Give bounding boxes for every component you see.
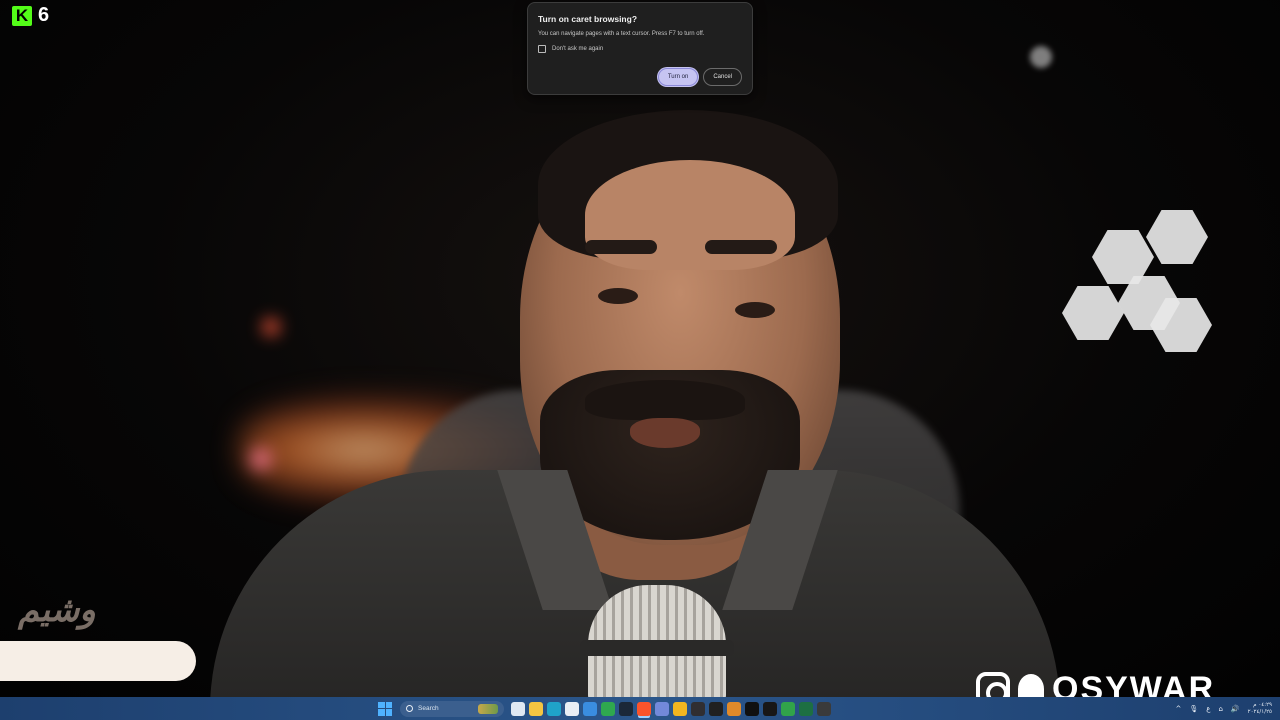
right-eyebrow [705, 240, 777, 254]
caret-browsing-dialog: Turn on caret browsing? You can navigate… [527, 2, 753, 95]
background-lamp [1030, 46, 1052, 68]
edge-icon[interactable] [547, 701, 561, 716]
discord-icon[interactable] [655, 701, 669, 716]
search-icon [406, 705, 413, 712]
search-highlight-icon [478, 703, 498, 714]
dialog-title: Turn on caret browsing? [538, 14, 638, 24]
dialog-body: You can navigate pages with a text curso… [538, 31, 705, 37]
left-eyebrow [585, 240, 657, 254]
task-view-icon[interactable] [511, 701, 525, 716]
lower-third-bar [0, 641, 196, 681]
microphone-band [580, 640, 734, 656]
store-icon[interactable] [565, 701, 579, 716]
kick-number: 6 [38, 4, 50, 26]
background-pink-light [250, 448, 272, 470]
dont-ask-again-option[interactable]: Don't ask me again [538, 45, 742, 53]
xbox-app-icon[interactable] [781, 701, 795, 716]
arabic-logo: وشيم [18, 590, 97, 630]
terminal-icon[interactable] [709, 701, 723, 716]
kick-logo-icon: K [12, 5, 32, 26]
taskbar-search[interactable]: Search [400, 700, 504, 717]
taskbar-apps [509, 701, 833, 716]
media-player-icon[interactable] [817, 701, 831, 716]
presenter-mouth [630, 418, 700, 448]
excel-icon[interactable] [799, 701, 813, 716]
obs-icon[interactable] [691, 701, 705, 716]
network-icon[interactable]: ⌂ [1218, 705, 1222, 713]
windows-start-icon[interactable] [378, 701, 392, 716]
taskbar: Search ^ 🎙 ع ⌂ 🔊 ٠٤:٢٩ م ٢٠٢٤/١/٢٥ [0, 697, 1280, 720]
right-eye [735, 302, 775, 318]
presenter-mustache [585, 380, 745, 420]
steam-icon[interactable] [619, 701, 633, 716]
chrome-canary-icon[interactable] [673, 701, 687, 716]
affinity-icon[interactable] [727, 701, 741, 716]
github-icon[interactable] [763, 701, 777, 716]
video-frame [0, 0, 1280, 697]
input-language-indicator[interactable]: ع [1206, 705, 1210, 713]
dont-ask-again-checkbox[interactable] [538, 45, 546, 53]
photos-icon[interactable] [583, 701, 597, 716]
system-tray: ^ 🎙 ع ⌂ 🔊 ٠٤:٢٩ م ٢٠٢٤/١/٢٥ [1175, 697, 1272, 720]
file-explorer-icon[interactable] [529, 701, 543, 716]
dont-ask-again-label: Don't ask me again [552, 46, 604, 52]
search-placeholder: Search [418, 705, 439, 712]
cancel-button[interactable]: Cancel [703, 68, 742, 86]
turn-on-button[interactable]: Turn on [657, 68, 699, 86]
left-eye [598, 288, 638, 304]
xbox-icon[interactable] [601, 701, 615, 716]
brave-icon[interactable] [637, 701, 651, 716]
kick-badge: K 6 [12, 4, 49, 27]
clock-time: ٠٤:٢٩ م [1253, 701, 1272, 708]
clock-date: ٢٠٢٤/١/٢٥ [1247, 708, 1272, 715]
taskbar-center: Search [378, 697, 833, 720]
hexagon-wall-light [1062, 210, 1212, 352]
clock[interactable]: ٠٤:٢٩ م ٢٠٢٤/١/٢٥ [1248, 702, 1272, 716]
background-red-light [262, 318, 280, 336]
microphone-icon[interactable]: 🎙 [1189, 705, 1198, 713]
unity-icon[interactable] [745, 701, 759, 716]
tray-chevron-icon[interactable]: ^ [1175, 705, 1181, 713]
volume-icon[interactable]: 🔊 [1231, 705, 1240, 713]
dialog-actions: Turn on Cancel [657, 68, 742, 86]
